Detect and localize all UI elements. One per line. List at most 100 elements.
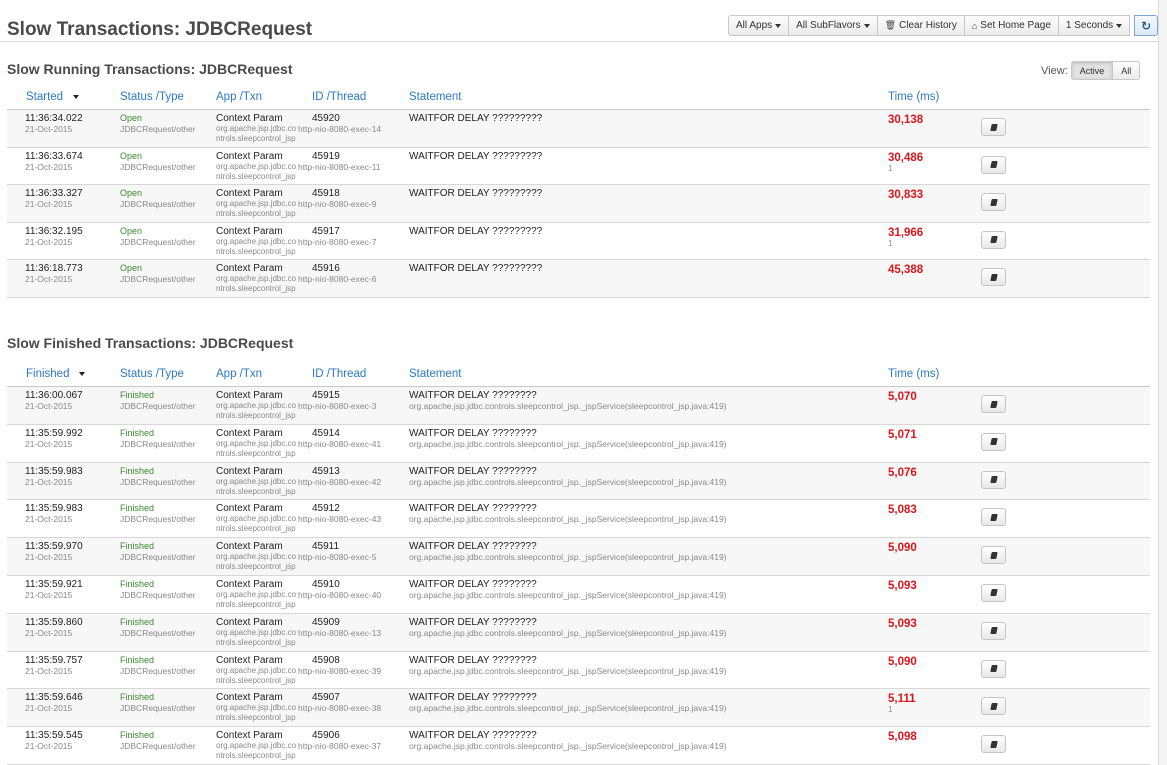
row-app: Context Param xyxy=(216,730,283,742)
row-time-cell: 11:36:33.327 21-Oct-2015 xyxy=(25,188,83,209)
col-id-thread[interactable]: ID /Thread xyxy=(312,368,366,380)
col-status-type[interactable]: Status /Type xyxy=(120,368,184,380)
col-status-type[interactable]: Status /Type xyxy=(120,91,184,103)
table-row[interactable]: 11:35:59.860 21-Oct-2015 Finished JDBCReque… xyxy=(7,613,1150,652)
row-id-cell: 45917 xyxy=(312,226,340,237)
col-statement[interactable]: Statement xyxy=(409,91,461,103)
sql-details-button[interactable] xyxy=(981,546,1006,565)
set-home-page-button[interactable]: ⌂ Set Home Page xyxy=(964,15,1059,36)
row-statement: WAITFOR DELAY ???????? xyxy=(409,616,537,628)
table-row[interactable]: 11:35:59.757 21-Oct-2015 Finished JDBCReque… xyxy=(7,652,1150,690)
row-duration-cell: 45,388 xyxy=(888,264,923,276)
database-icon xyxy=(989,161,998,169)
table-row[interactable]: 11:35:59.545 21-Oct-2015 Finished JDBCReque… xyxy=(7,727,1150,765)
database-icon xyxy=(989,273,998,281)
view-all-button[interactable]: All xyxy=(1113,61,1141,80)
refresh-interval-dropdown[interactable]: 1 Seconds xyxy=(1058,15,1131,36)
table-row[interactable]: 11:35:59.992 21-Oct-2015 Finished JDBCReque… xyxy=(7,425,1150,463)
sql-details-button[interactable] xyxy=(981,432,1006,451)
row-statement-cell: WAITFOR DELAY ???????? org.apache.jsp.jdb… xyxy=(409,390,727,411)
row-count: 1 xyxy=(888,238,893,248)
row-type: JDBCRequest/other xyxy=(120,741,196,752)
chevron-down-icon xyxy=(863,23,870,28)
row-type: JDBCRequest/other xyxy=(120,552,196,563)
sql-details-button[interactable] xyxy=(981,268,1006,287)
col-id-thread[interactable]: ID /Thread xyxy=(312,91,366,103)
row-app: Context Param xyxy=(216,150,283,162)
row-date: 21-Oct-2015 xyxy=(25,665,73,676)
col-app-txn[interactable]: App /Txn xyxy=(216,368,262,380)
table-row[interactable]: 11:36:00.067 21-Oct-2015 Finished JDBCReque… xyxy=(7,387,1150,425)
row-app-cell: Context Param org.apache.jsp.jdbc.control… xyxy=(216,226,298,257)
row-id-cell: 45911 xyxy=(312,541,339,552)
row-thread: http-nio-8080-exec-6 xyxy=(298,274,377,285)
row-thread: http-nio-8080-exec-42 xyxy=(298,476,382,487)
row-app-cell: Context Param org.apache.jsp.jdbc.control… xyxy=(216,151,298,182)
col-finished[interactable]: Finished xyxy=(26,368,86,380)
database-icon xyxy=(989,198,998,206)
row-thread-cell: http-nio-8080-exec-9 xyxy=(298,199,376,209)
sql-details-button[interactable] xyxy=(981,155,1006,174)
row-thread: http-nio-8080-exec-43 xyxy=(298,514,382,525)
table-row[interactable]: 11:35:59.970 21-Oct-2015 Finished JDBCReque… xyxy=(7,538,1150,576)
table-row[interactable]: 11:35:59.983 21-Oct-2015 Finished JDBCReque… xyxy=(7,462,1150,501)
row-status: Open xyxy=(120,188,143,199)
col-app-txn[interactable]: App /Txn xyxy=(216,91,262,103)
row-thread-cell: http-nio-8080-exec-6 xyxy=(298,274,376,284)
row-txn: org.apache.jsp.jdbc.controls.sleepcontro… xyxy=(216,741,297,761)
col-started[interactable]: Started xyxy=(26,91,80,103)
row-id: 45915 xyxy=(312,390,340,401)
row-statement-cell: WAITFOR DELAY ???????? org.apache.jsp.jdb… xyxy=(409,617,727,638)
sql-details-button[interactable] xyxy=(981,230,1006,249)
col-statement[interactable]: Statement xyxy=(409,368,461,380)
row-id: 45906 xyxy=(312,730,340,742)
sql-details-button[interactable] xyxy=(981,118,1006,136)
row-thread-cell: http-nio-8080-exec-38 xyxy=(298,703,381,713)
row-txn: org.apache.jsp.jdbc.controls.sleepcontro… xyxy=(216,438,297,458)
all-subflavors-dropdown[interactable]: All SubFlavors xyxy=(789,15,878,36)
scrollbar[interactable] xyxy=(1158,0,1167,765)
row-app-cell: Context Param org.apache.jsp.jdbc.control… xyxy=(216,730,298,761)
row-type: JDBCRequest/other xyxy=(120,124,196,134)
row-type: JDBCRequest/other xyxy=(120,627,196,638)
sql-details-button[interactable] xyxy=(981,659,1006,678)
table-row[interactable]: 11:36:33.327 21-Oct-2015 Open JDBCRequest/o… xyxy=(7,185,1150,223)
refresh-button[interactable]: ↻ xyxy=(1134,15,1159,36)
row-time: 11:36:34.022 xyxy=(25,113,83,124)
row-thread: http-nio-8080-exec-5 xyxy=(298,552,377,563)
row-id: 45914 xyxy=(312,427,340,439)
all-apps-dropdown[interactable]: All Apps xyxy=(728,15,790,36)
sort-desc-icon xyxy=(73,94,80,99)
sql-details-button[interactable] xyxy=(981,735,1006,754)
col-time[interactable]: Time (ms) xyxy=(888,368,939,380)
row-id-cell: 45907 xyxy=(312,692,340,703)
row-id-cell: 45913 xyxy=(312,466,340,477)
row-app: Context Param xyxy=(216,390,283,401)
sql-details-button[interactable] xyxy=(981,470,1006,489)
row-status-cell: Finished JDBCRequest/other xyxy=(120,503,196,524)
table-row[interactable]: 11:35:59.921 21-Oct-2015 Finished JDBCReque… xyxy=(7,576,1150,614)
row-duration-cell: 5,090 xyxy=(888,656,917,668)
view-active-button[interactable]: Active xyxy=(1070,61,1114,80)
table-row[interactable]: 11:36:32.195 21-Oct-2015 Open JDBCRequest/o… xyxy=(7,223,1150,261)
sql-details-button[interactable] xyxy=(981,508,1006,527)
row-id: 45909 xyxy=(312,616,340,628)
row-statement-cell: WAITFOR DELAY ???????? org.apache.jsp.jdb… xyxy=(409,730,727,751)
sql-details-button[interactable] xyxy=(981,583,1006,602)
row-statement-cell: WAITFOR DELAY ????????? xyxy=(409,226,542,237)
table-row[interactable]: 11:36:33.674 21-Oct-2015 Open JDBCRequest/o… xyxy=(7,148,1150,186)
sql-details-button[interactable] xyxy=(981,697,1006,716)
sql-details-button[interactable] xyxy=(981,621,1006,640)
row-duration-cell: 5,076 xyxy=(888,467,917,479)
row-duration-cell: 5,098 xyxy=(888,731,917,743)
table-row[interactable]: 11:36:34.022 21-Oct-2015 Open JDBCRequest/o… xyxy=(7,110,1150,148)
table-row[interactable]: 11:35:59.646 21-Oct-2015 Finished JDBCReque… xyxy=(7,689,1150,728)
clear-history-button[interactable]: 🗑 Clear History xyxy=(877,15,965,36)
row-txn: org.apache.jsp.jdbc.controls.sleepcontro… xyxy=(216,627,297,647)
sql-details-button[interactable] xyxy=(981,193,1006,212)
sql-details-button[interactable] xyxy=(981,395,1006,413)
table-row[interactable]: 11:36:18.773 21-Oct-2015 Open JDBCRequest/o… xyxy=(7,260,1150,298)
table-row[interactable]: 11:35:59.983 21-Oct-2015 Finished JDBCReque… xyxy=(7,500,1150,539)
row-statement-cell: WAITFOR DELAY ???????? org.apache.jsp.jdb… xyxy=(409,579,727,600)
col-time[interactable]: Time (ms) xyxy=(888,91,939,103)
